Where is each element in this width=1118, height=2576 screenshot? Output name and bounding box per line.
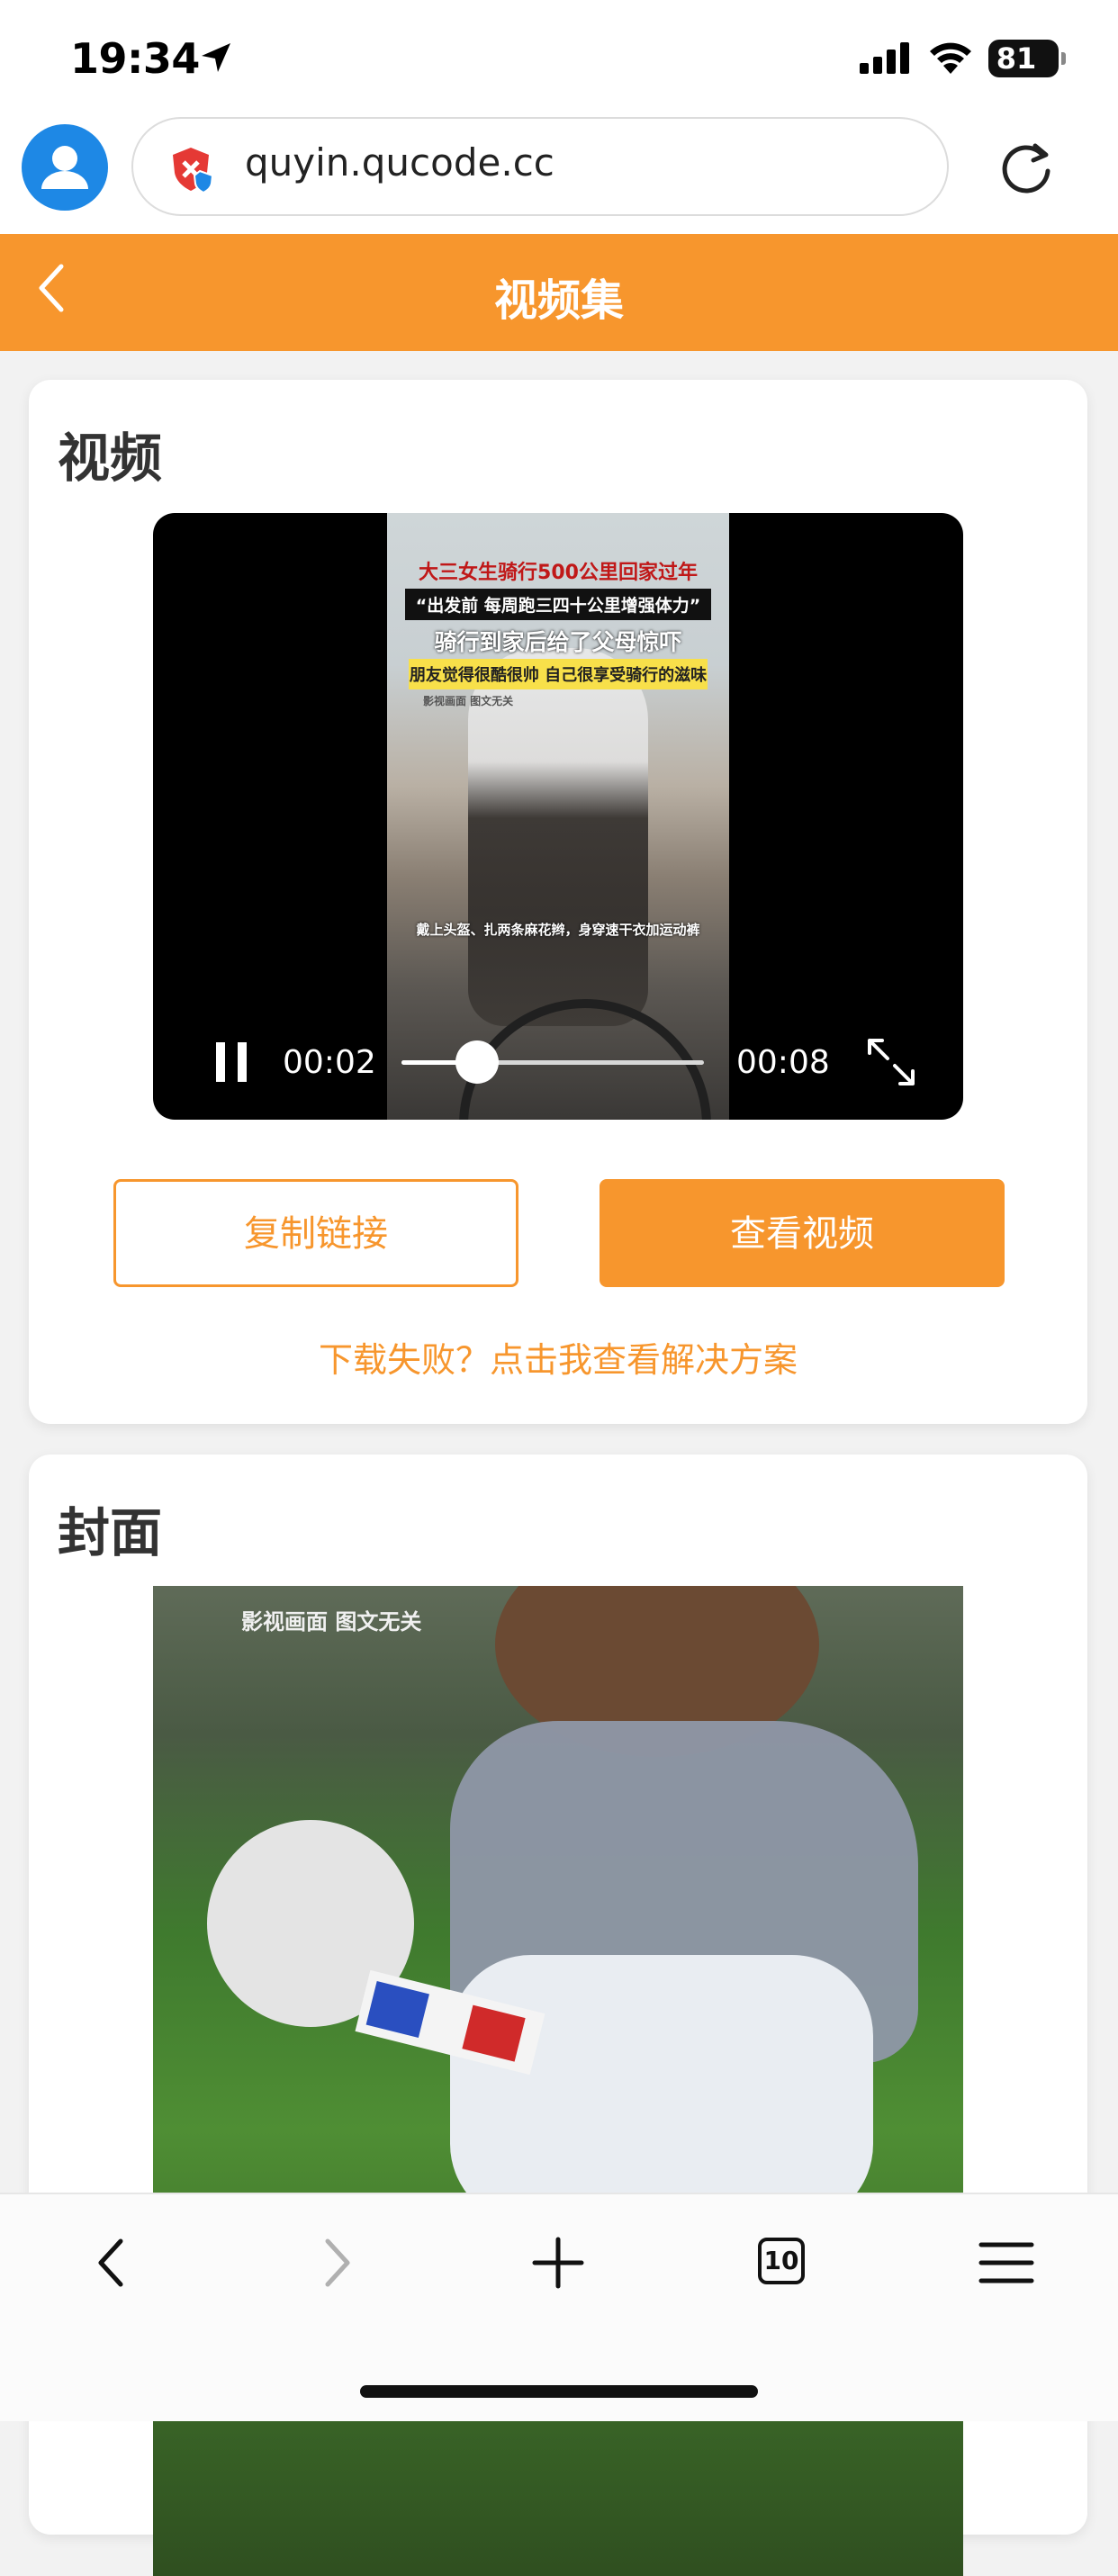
video-frame: 大三女生骑行500公里回家过年 “出发前 每周跑三四十公里增强体力” 骑行到家后… xyxy=(387,513,729,1120)
menu-icon[interactable] xyxy=(978,2236,1035,2290)
seek-bar[interactable] xyxy=(401,1060,704,1065)
clock: 19:34 xyxy=(70,34,200,83)
browser-address-row: quyin.qucode.cc xyxy=(0,117,1118,234)
tab-count: 10 xyxy=(763,2246,799,2275)
current-time: 00:02 xyxy=(283,1044,376,1081)
pause-icon[interactable] xyxy=(211,1040,254,1084)
new-tab-plus-icon[interactable] xyxy=(531,2236,585,2290)
status-bar: 19:34 81 xyxy=(0,0,1118,117)
video-caption-1: 大三女生骑行500公里回家过年 xyxy=(419,562,698,584)
fullscreen-icon[interactable] xyxy=(864,1035,918,1089)
video-caption-5: 影视画面 图文无关 xyxy=(423,695,514,707)
home-indicator xyxy=(360,2385,758,2398)
battery-icon: 81 xyxy=(988,40,1066,77)
video-caption-3: 骑行到家后给了父母惊吓 xyxy=(434,629,682,655)
page-header: 视频集 xyxy=(0,234,1118,351)
battery-level: 81 xyxy=(996,41,1037,76)
back-icon[interactable] xyxy=(90,2236,135,2290)
cover-rider-pants xyxy=(450,1955,873,2225)
reload-icon[interactable] xyxy=(997,139,1057,198)
browser-toolbar: 10 xyxy=(0,2193,1118,2421)
duration-time: 00:08 xyxy=(736,1044,830,1081)
forward-icon[interactable] xyxy=(313,2236,358,2290)
cover-image: 影视画面 图文无关 xyxy=(153,1586,963,2576)
video-caption-2: “出发前 每周跑三四十公里增强体力” xyxy=(405,589,711,620)
cellular-signal-icon xyxy=(860,42,909,74)
cover-section-title: 封面 xyxy=(58,1502,163,1563)
url-field[interactable]: quyin.qucode.cc xyxy=(131,117,949,216)
video-player[interactable]: 大三女生骑行500公里回家过年 “出发前 每周跑三四十公里增强体力” 骑行到家后… xyxy=(153,513,963,1120)
tabs-icon[interactable]: 10 xyxy=(758,2238,805,2284)
wifi-icon xyxy=(930,42,971,74)
video-caption-6: 戴上头盔、扎两条麻花辫，身穿速干衣加运动裤 xyxy=(416,922,700,938)
view-video-button[interactable]: 查看视频 xyxy=(600,1179,1005,1287)
download-help-link[interactable]: 下载失败？点击我查看解决方案 xyxy=(29,1332,1087,1382)
cover-watermark: 影视画面 图文无关 xyxy=(241,1609,422,1635)
video-section-title: 视频 xyxy=(58,428,163,489)
url-text: quyin.qucode.cc xyxy=(245,140,554,185)
seek-knob[interactable] xyxy=(455,1040,499,1084)
security-shield-icon[interactable] xyxy=(166,144,216,194)
video-card: 视频 大三女生骑行500公里回家过年 “出发前 每周跑三四十公里增强体力” 骑行… xyxy=(29,380,1087,1424)
location-arrow-icon xyxy=(202,43,230,72)
page-title: 视频集 xyxy=(493,275,624,326)
profile-avatar-icon[interactable] xyxy=(22,124,108,211)
video-caption-4: 朋友觉得很酷很帅 自己很享受骑行的滋味 xyxy=(409,659,708,689)
copy-link-button[interactable]: 复制链接 xyxy=(113,1179,518,1287)
